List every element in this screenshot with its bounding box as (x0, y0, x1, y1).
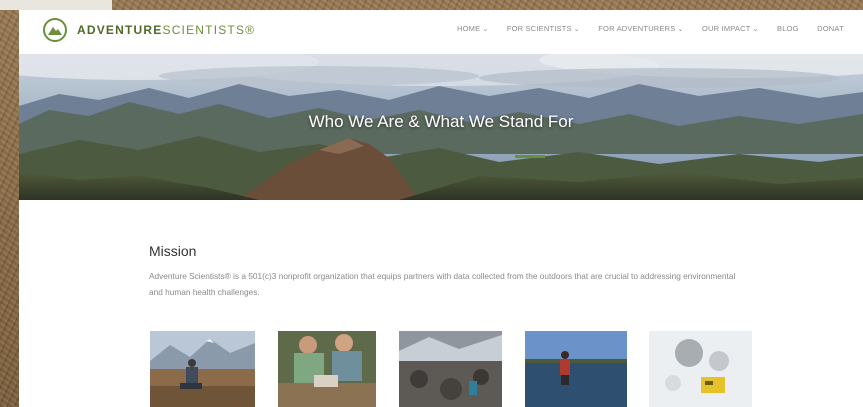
hero-title: Who We Are & What We Stand For (308, 112, 574, 131)
chevron-down-icon: ⌄ (752, 26, 759, 33)
nav-item-for-scientists[interactable]: FOR SCIENTISTS ⌄ (507, 24, 580, 33)
nav-item-donate[interactable]: DONAT (817, 24, 844, 33)
logo-word-bold: ADVENTURE (77, 23, 163, 37)
chevron-down-icon: ⌄ (677, 26, 684, 33)
nav-item-home[interactable]: HOME ⌄ (457, 24, 488, 33)
nav-label: FOR SCIENTISTS (506, 24, 572, 33)
hero-banner: Who We Are & What We Stand For (19, 54, 863, 200)
chevron-down-icon: ⌄ (573, 26, 580, 33)
nav-item-our-impact[interactable]: OUR IMPACT ⌄ (702, 24, 759, 33)
photo-icon (399, 331, 502, 407)
photo-wading-lake[interactable] (525, 331, 627, 407)
photo-icon (150, 331, 255, 407)
nav-label: FOR ADVENTURERS (598, 24, 676, 33)
photo-mountain-researcher[interactable] (150, 331, 255, 407)
nav-item-for-adventurers[interactable]: FOR ADVENTURERS ⌄ (598, 24, 683, 33)
site-header: ADVENTURESCIENTISTS® HOME ⌄ FOR SCIENTIST… (19, 10, 863, 54)
mountain-icon[interactable] (43, 18, 67, 42)
nav-item-blog[interactable]: BLOG (777, 24, 799, 33)
photo-rocky-stream[interactable] (399, 331, 502, 407)
photo-icon (278, 331, 376, 407)
logo-word-light: SCIENTISTS (162, 23, 246, 37)
photo-snow-sample[interactable] (649, 331, 752, 407)
logo-trademark: ® (245, 23, 256, 37)
nav-label: HOME (457, 24, 481, 33)
wood-background-tab (0, 0, 112, 10)
photo-icon (525, 331, 627, 407)
chevron-down-icon: ⌄ (482, 26, 489, 33)
site-logo[interactable]: ADVENTURESCIENTISTS® (77, 23, 255, 37)
main-nav: HOME ⌄ FOR SCIENTISTS ⌄ FOR ADVENTURERS ⌄ O… (457, 24, 858, 38)
photo-icon (649, 331, 752, 407)
website-page: ADVENTURESCIENTISTS® HOME ⌄ FOR SCIENTIST… (19, 10, 863, 407)
mission-text: Adventure Scientists® is a 501(c)3 nonpr… (149, 271, 736, 297)
hero-accent-bar (515, 155, 545, 158)
photo-scientists-group[interactable] (278, 331, 376, 407)
nav-label: OUR IMPACT (701, 24, 751, 33)
mission-heading: Mission (149, 243, 197, 259)
